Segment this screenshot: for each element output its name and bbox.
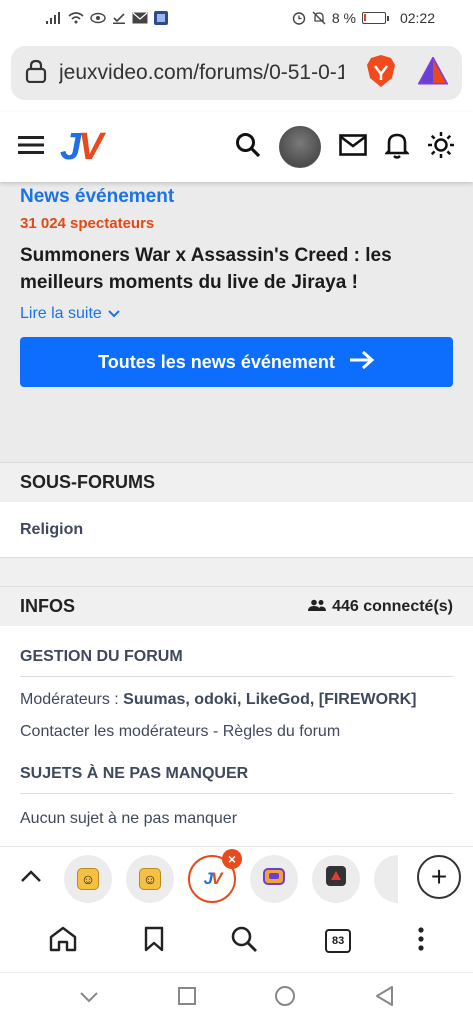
app-notification-icon: [154, 11, 168, 25]
tab-count-button[interactable]: 83: [325, 929, 352, 953]
moderators-list[interactable]: Suumas, odoki, LikeGod, [FIREWORK]: [123, 691, 416, 708]
bell-icon[interactable]: [383, 131, 411, 164]
home-nav-icon[interactable]: [274, 985, 296, 1012]
mute-bell-icon: [312, 11, 326, 25]
tab-thumbnail[interactable]: ☺: [64, 854, 112, 903]
status-left: [46, 11, 168, 25]
mail-notification-icon: [132, 12, 148, 24]
infos-heading: INFOS 446 connecté(s): [0, 586, 473, 626]
news-title[interactable]: Summoners War x Assassin's Creed : les m…: [20, 242, 453, 296]
news-viewers: 31 024 spectateurs: [20, 215, 155, 232]
battery-icon: [361, 12, 389, 24]
alarm-icon: [292, 11, 306, 25]
tab-strip: ☺ ☺ JV × +: [0, 846, 473, 910]
forum-rules-link[interactable]: Règles du forum: [223, 723, 340, 740]
more-menu-icon[interactable]: [418, 926, 424, 956]
collapse-tabs-icon[interactable]: [20, 869, 42, 888]
users-icon: [308, 598, 327, 616]
all-news-button[interactable]: Toutes les news événement: [20, 337, 453, 387]
wifi-icon: [68, 12, 84, 24]
eye-icon: [90, 12, 106, 24]
hide-nav-icon[interactable]: [79, 990, 99, 1008]
news-card: News événement 31 024 spectateurs Summon…: [0, 182, 473, 462]
jv-logo[interactable]: JV: [60, 125, 104, 169]
mail-icon[interactable]: [339, 133, 367, 161]
tab-thumbnail[interactable]: ☺: [126, 854, 174, 903]
avatar[interactable]: [279, 126, 321, 168]
must-see-heading: SUJETS À NE PAS MANQUER: [20, 743, 453, 794]
search-icon[interactable]: [235, 132, 261, 163]
subforums-heading-label: SOUS-FORUMS: [20, 472, 155, 492]
all-news-label: Toutes les news événement: [98, 351, 335, 372]
theme-sun-icon[interactable]: [427, 131, 455, 164]
news-category[interactable]: News événement: [20, 186, 453, 208]
site-header: JV: [0, 112, 473, 182]
battery-level-fill: [363, 14, 366, 21]
must-see-empty: Aucun sujet à ne pas manquer: [20, 810, 238, 827]
chevron-down-icon: [108, 305, 120, 323]
address-bar[interactable]: jeuxvideo.com/forums/0-51-0-1: [11, 46, 462, 100]
status-right: 8 % 02:22: [292, 10, 435, 26]
menu-icon[interactable]: [18, 135, 44, 160]
tab-thumbnail[interactable]: [312, 854, 360, 903]
subforums-heading: SOUS-FORUMS: [0, 462, 473, 502]
read-more-label: Lire la suite: [20, 305, 102, 322]
signal-icon: [46, 12, 62, 24]
tab-thumbnail-partial[interactable]: [374, 854, 398, 903]
brave-lion-icon[interactable]: [366, 54, 396, 93]
tab-thumbnail-active[interactable]: JV ×: [188, 848, 242, 903]
recents-icon[interactable]: [177, 986, 197, 1011]
battery-percent: 8 %: [331, 10, 356, 26]
page-content: News événement 31 024 spectateurs Summon…: [0, 182, 473, 846]
arrow-right-icon: [349, 350, 375, 375]
game-tab-icon: [263, 866, 285, 891]
url-actions: [366, 54, 449, 93]
clock: 02:22: [399, 10, 435, 26]
tab-thumbnail[interactable]: [250, 854, 298, 903]
lock-icon[interactable]: [25, 59, 47, 88]
home-icon[interactable]: [49, 926, 77, 957]
read-more-link[interactable]: Lire la suite: [20, 305, 120, 323]
rewards-triangle-icon[interactable]: [417, 55, 449, 90]
status-bar: 8 % 02:22: [0, 0, 473, 36]
jv-tab-v: V: [211, 868, 222, 888]
link-separator: -: [208, 723, 223, 740]
connected-count-label: 446 connecté(s): [332, 597, 453, 615]
logo-v: V: [78, 125, 103, 168]
contact-line: Contacter les modérateurs - Règles du fo…: [20, 709, 453, 743]
back-nav-icon[interactable]: [374, 985, 394, 1012]
moderators-line: Modérateurs : Suumas, odoki, LikeGod, [F…: [20, 677, 453, 709]
emoji-tab-icon: ☺: [77, 867, 99, 890]
jv-tab-j: J: [203, 868, 214, 888]
subforum-item[interactable]: Religion: [0, 502, 473, 558]
new-tab-button[interactable]: +: [417, 855, 461, 899]
close-tab-icon[interactable]: ×: [222, 848, 242, 869]
bookmark-icon[interactable]: [144, 926, 164, 957]
header-actions: [235, 126, 455, 168]
url-text[interactable]: jeuxvideo.com/forums/0-51-0-1: [59, 61, 344, 85]
moderators-label: Modérateurs :: [20, 691, 124, 708]
emoji-tab-icon: ☺: [139, 867, 161, 890]
infos-heading-label: INFOS: [20, 596, 76, 616]
contact-moderators-link[interactable]: Contacter les modérateurs: [20, 723, 209, 740]
download-done-icon: [112, 12, 126, 24]
browser-toolbar: 83: [0, 910, 473, 972]
forum-management-heading: GESTION DU FORUM: [20, 626, 453, 677]
logo-j: J: [60, 125, 81, 168]
jv-tab-icon: JV: [203, 868, 223, 889]
section-gap: [0, 558, 473, 586]
system-nav-bar: [0, 972, 473, 1024]
red-app-tab-icon: [326, 866, 346, 891]
search-icon[interactable]: [230, 925, 258, 958]
subforum-item-label: Religion: [20, 520, 84, 538]
connected-count: 446 connecté(s): [308, 598, 453, 616]
